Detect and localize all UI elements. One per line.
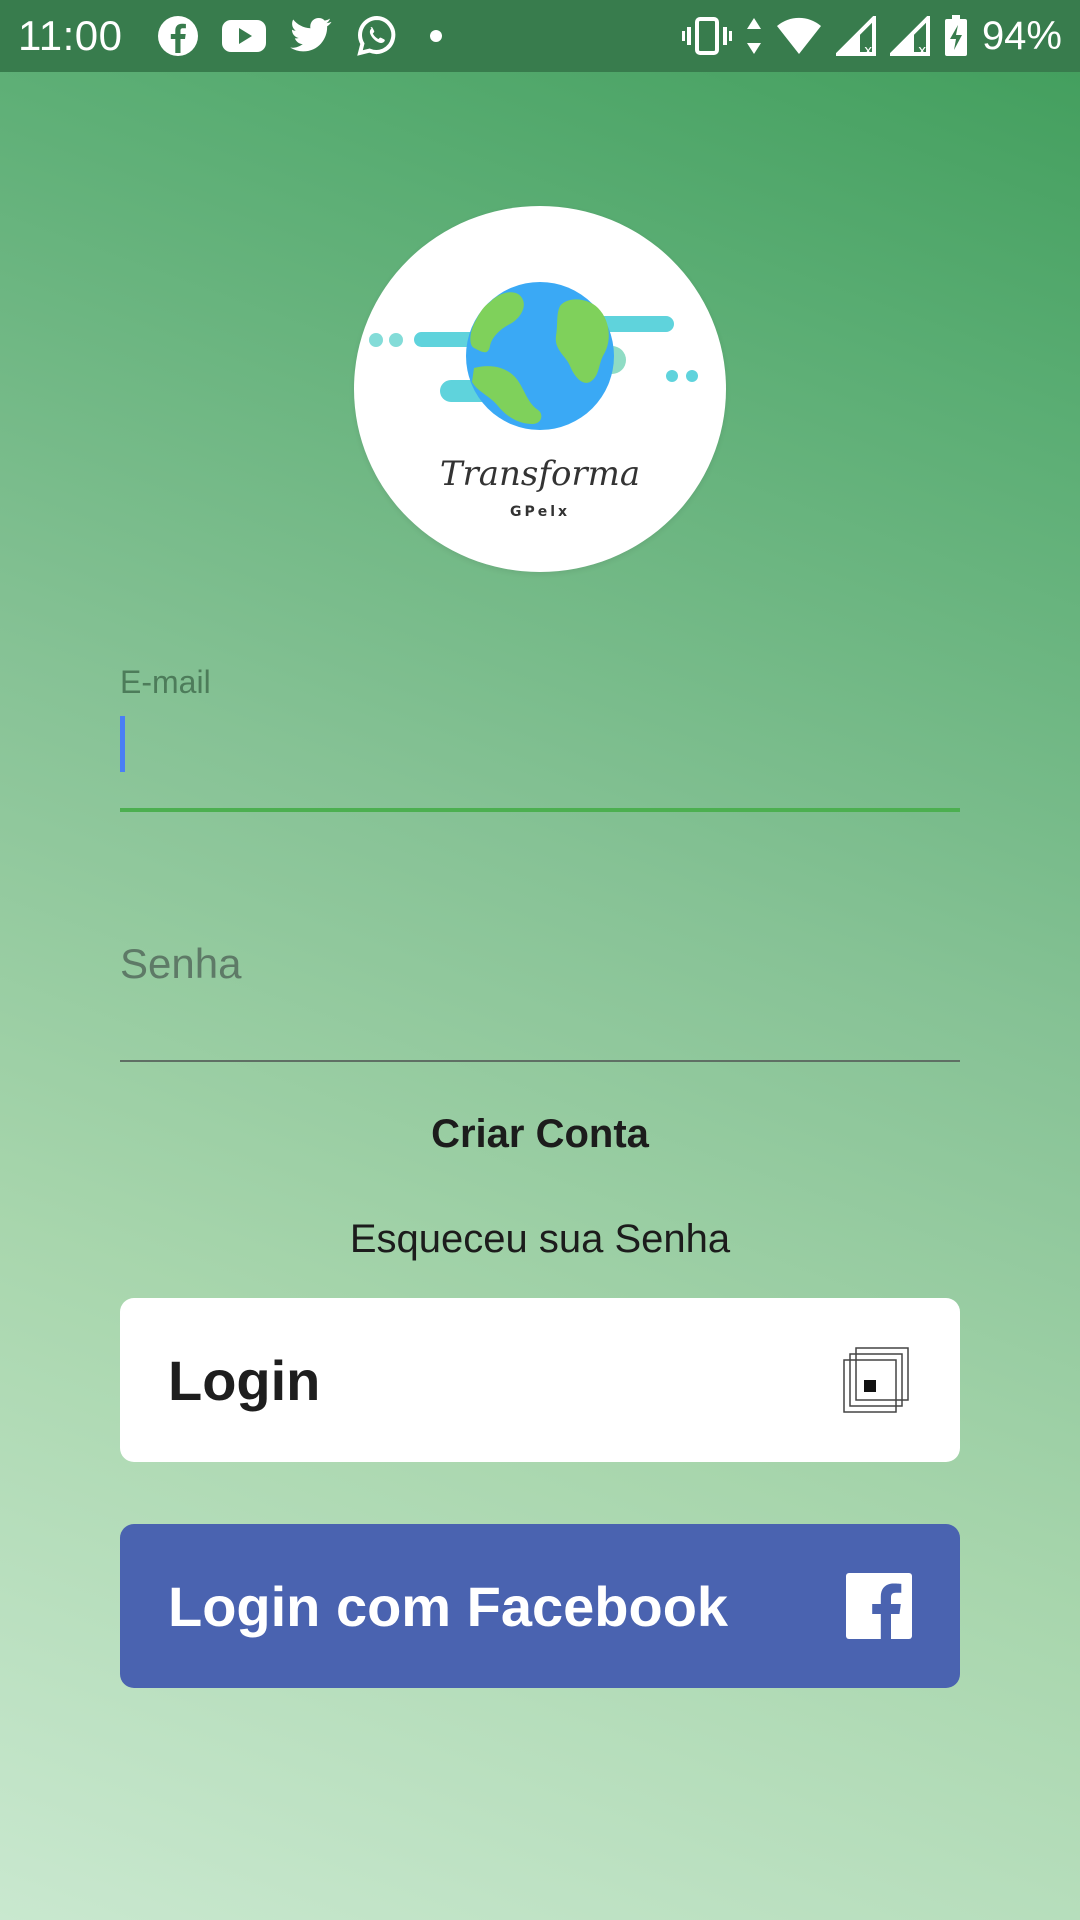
- email-label: E-mail: [120, 664, 211, 700]
- facebook-button-label: Login com Facebook: [168, 1574, 729, 1638]
- email-field[interactable]: [120, 700, 960, 812]
- signal-icon: x: [835, 16, 876, 56]
- text-cursor: [120, 716, 125, 772]
- battery-percent: 94%: [981, 13, 1062, 58]
- password-field[interactable]: [120, 900, 960, 1062]
- app-logo: Transforma GPelx: [354, 206, 726, 572]
- svg-text:x: x: [918, 43, 926, 56]
- brand-subtitle: GPelx: [509, 504, 571, 520]
- facebook-icon: [846, 1573, 912, 1639]
- system-icons: x x 94%: [681, 13, 1062, 59]
- vibrate-icon: [681, 16, 732, 56]
- facebook-login-button[interactable]: Login com Facebook: [120, 1524, 960, 1688]
- create-account-link[interactable]: Criar Conta: [0, 1112, 1080, 1157]
- status-time: 11:00: [18, 12, 123, 59]
- login-button[interactable]: Login: [120, 1298, 960, 1462]
- facebook-icon: [157, 15, 199, 57]
- whatsapp-icon: [355, 14, 399, 58]
- signal-icon: x: [889, 16, 930, 56]
- status-bar: 11:00 x x 94%: [0, 0, 1080, 72]
- battery-charging-icon: [944, 15, 968, 57]
- twitter-icon: [289, 17, 333, 55]
- password-placeholder: Senha: [120, 940, 242, 987]
- notification-icons: [157, 14, 451, 58]
- svg-text:x: x: [864, 43, 872, 56]
- data-arrows-icon: [746, 16, 762, 56]
- dot-icon: [421, 29, 451, 43]
- youtube-icon: [221, 19, 267, 53]
- login-button-label: Login: [168, 1348, 321, 1412]
- stacked-squares-icon: [840, 1344, 912, 1416]
- wifi-icon: [776, 16, 822, 56]
- forgot-password-link[interactable]: Esqueceu sua Senha: [0, 1217, 1080, 1262]
- brand-name: Transforma: [439, 454, 641, 494]
